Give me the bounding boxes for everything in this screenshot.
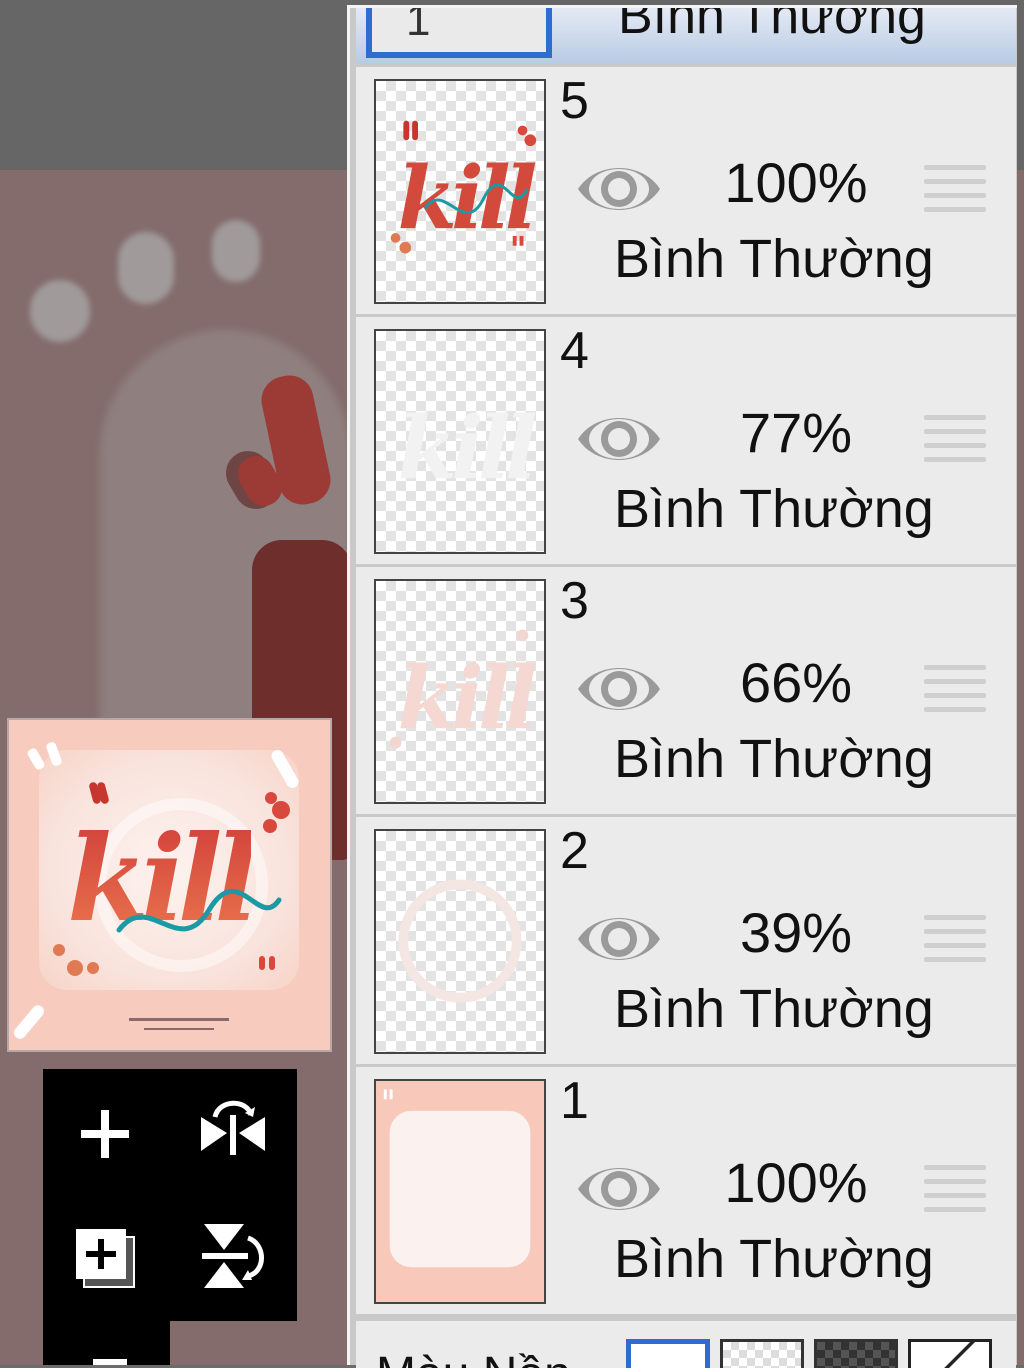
layer-number: 1 xyxy=(560,1072,589,1130)
layer-number: 4 xyxy=(560,322,589,380)
plus-icon xyxy=(81,1110,129,1158)
kill-lettering-thumbnail: kill xyxy=(397,398,541,499)
drag-handle-icon[interactable] xyxy=(924,915,986,967)
layer-thumbnail[interactable]: kill xyxy=(374,579,546,804)
drag-handle-icon[interactable] xyxy=(924,665,986,717)
flip-vertical-button[interactable] xyxy=(183,1211,283,1301)
canvas-deco xyxy=(212,220,260,282)
layer-number: 1 xyxy=(406,8,431,45)
toolbox-extension xyxy=(43,1321,170,1365)
layer-thumbnail[interactable]: kill xyxy=(374,329,546,554)
blend-mode-label[interactable]: Bình Thường xyxy=(614,982,934,1036)
drag-handle-icon[interactable] xyxy=(924,165,986,217)
layer-row[interactable]: kill 4 77% Bình Thường xyxy=(356,317,1016,564)
visibility-eye-icon[interactable] xyxy=(574,1157,664,1221)
flip-horizontal-button[interactable] xyxy=(183,1085,283,1175)
visibility-eye-icon[interactable] xyxy=(574,907,664,971)
layer-row-selected[interactable]: 1 Bình Thường xyxy=(356,8,1016,64)
drag-handle-icon[interactable] xyxy=(924,1165,986,1217)
canvas-deco xyxy=(30,280,90,342)
canvas-preview[interactable]: kill xyxy=(7,718,332,1052)
selected-layer-thumbnail xyxy=(366,8,552,58)
canvas-deco xyxy=(118,232,174,304)
layer-number: 3 xyxy=(560,572,589,630)
blend-mode-label[interactable]: Bình Thường xyxy=(618,8,926,46)
layer-row[interactable]: 1 100% Bình Thường xyxy=(356,1067,1016,1314)
layer-thumbnail[interactable] xyxy=(374,829,546,1054)
minus-icon[interactable] xyxy=(93,1359,127,1365)
layer-number: 5 xyxy=(560,72,589,130)
add-layer-button[interactable] xyxy=(55,1089,155,1179)
blend-mode-label[interactable]: Bình Thường xyxy=(614,732,934,786)
background-transparent-light-swatch[interactable] xyxy=(720,1339,804,1368)
layer-panel: 1 Bình Thường kill 5 100% Bình Thường ki… xyxy=(347,5,1017,1368)
layer-opacity[interactable]: 66% xyxy=(706,655,886,711)
add-layer-icon xyxy=(76,1229,135,1288)
background-none-swatch[interactable] xyxy=(908,1339,992,1368)
svg-text:kill: kill xyxy=(397,398,535,499)
layer-opacity[interactable]: 100% xyxy=(706,155,886,211)
background-white-swatch[interactable] xyxy=(626,1339,710,1368)
peach-frame-thumbnail xyxy=(376,1081,544,1302)
svg-text:kill: kill xyxy=(397,648,535,749)
background-color-bar: Màu Nền xyxy=(356,1321,1016,1368)
blend-mode-label[interactable]: Bình Thường xyxy=(614,482,934,536)
visibility-eye-icon[interactable] xyxy=(574,657,664,721)
flip-vertical-icon xyxy=(202,1224,264,1288)
blend-mode-label[interactable]: Bình Thường xyxy=(614,232,934,286)
background-transparent-dark-swatch[interactable] xyxy=(814,1339,898,1368)
flip-horizontal-icon xyxy=(201,1100,265,1155)
layer-opacity[interactable]: 77% xyxy=(706,405,886,461)
visibility-eye-icon[interactable] xyxy=(574,157,664,221)
layer-row[interactable]: kill 5 100% Bình Thường xyxy=(356,67,1016,314)
faint-circle-thumbnail xyxy=(398,879,522,1003)
layer-opacity[interactable]: 39% xyxy=(706,905,886,961)
preview-teal-stroke xyxy=(116,889,282,933)
drag-handle-icon[interactable] xyxy=(924,415,986,467)
layer-thumbnail[interactable] xyxy=(374,1079,546,1304)
blend-mode-label[interactable]: Bình Thường xyxy=(614,1232,934,1286)
layer-opacity[interactable]: 100% xyxy=(706,1155,886,1211)
layer-thumbnail[interactable]: kill xyxy=(374,79,546,304)
kill-lettering-thumbnail: kill xyxy=(389,629,542,749)
visibility-eye-icon[interactable] xyxy=(574,407,664,471)
layer-row[interactable]: 2 39% Bình Thường xyxy=(356,817,1016,1064)
layer-row[interactable]: kill 3 66% Bình Thường xyxy=(356,567,1016,814)
svg-text:kill: kill xyxy=(397,148,535,249)
duplicate-layer-button[interactable] xyxy=(55,1209,155,1299)
kill-lettering-thumbnail: kill xyxy=(390,120,542,254)
layer-number: 2 xyxy=(560,822,589,880)
layer-toolbox xyxy=(43,1069,297,1321)
